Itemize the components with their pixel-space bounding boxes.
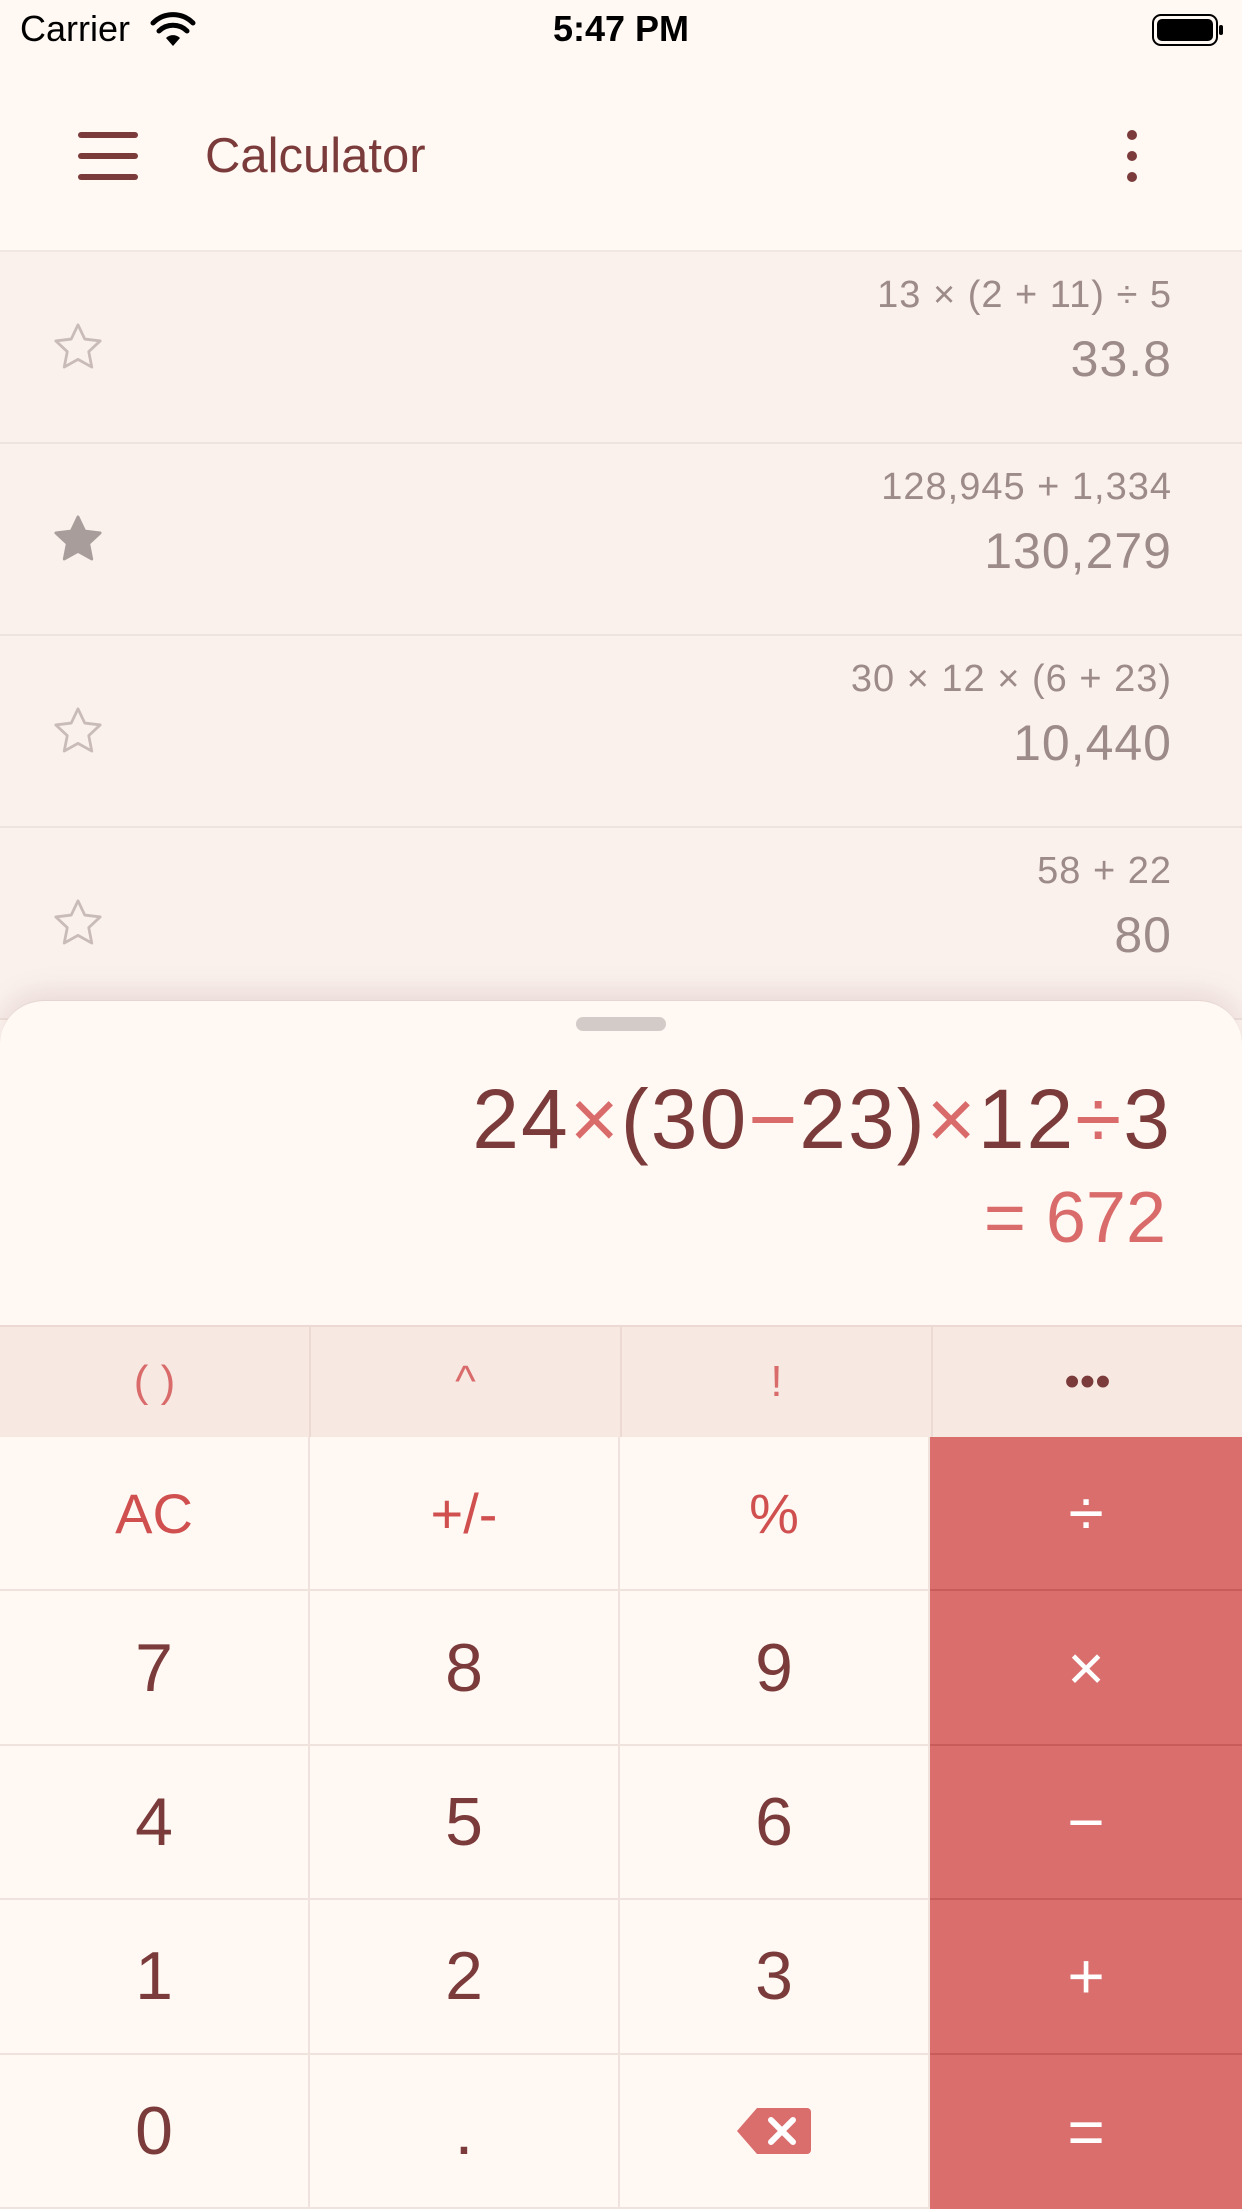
digit-5-button[interactable]: 5 <box>310 1745 620 1901</box>
history-item[interactable]: 58 + 22 80 <box>0 828 1242 1020</box>
expression-display: 24×(30−23)×12÷3 <box>472 1071 1172 1168</box>
expression-operand: 24 <box>472 1072 570 1166</box>
sheet-drag-handle[interactable] <box>576 1017 666 1031</box>
star-outline-icon[interactable] <box>50 703 106 759</box>
battery-icon <box>1152 14 1223 46</box>
parentheses-button[interactable]: ( ) <box>0 1327 311 1437</box>
history-expression: 30 × 12 × (6 + 23) <box>850 658 1172 700</box>
star-outline-icon[interactable] <box>50 319 106 375</box>
expression-operator: ÷ <box>1075 1072 1124 1166</box>
history-item[interactable]: 13 × (2 + 11) ÷ 5 33.8 <box>0 252 1242 444</box>
history-expression: 13 × (2 + 11) ÷ 5 <box>877 274 1172 316</box>
percent-button[interactable]: % <box>620 1437 930 1592</box>
status-bar: Carrier 5:47 PM <box>0 0 1242 62</box>
backspace-icon <box>737 2107 811 2154</box>
digit-1-button[interactable]: 1 <box>0 1900 310 2055</box>
factorial-button[interactable]: ! <box>622 1327 933 1437</box>
digit-7-button[interactable]: 7 <box>0 1591 310 1746</box>
expression-operand: 23) <box>799 1072 927 1166</box>
history-result: 130,279 <box>984 523 1172 579</box>
vertical-ellipsis-icon[interactable] <box>1120 128 1144 184</box>
history-item[interactable]: 30 × 12 × (6 + 23) 10,440 <box>0 636 1242 828</box>
plus-button[interactable]: + <box>930 1900 1242 2055</box>
minus-button[interactable]: − <box>930 1745 1242 1901</box>
sign-toggle-button[interactable]: +/- <box>310 1437 620 1592</box>
history-list: 13 × (2 + 11) ÷ 5 33.8 128,945 + 1,334 1… <box>0 252 1242 1020</box>
expression-operand: 12 <box>977 1072 1076 1166</box>
digit-0-button[interactable]: 0 <box>0 2054 310 2209</box>
calculator-sheet: 24×(30−23)×12÷3 = 672 ( ) ^ ! ••• AC +/-… <box>0 1000 1242 2209</box>
star-filled-icon[interactable] <box>50 511 106 567</box>
multiply-button[interactable]: × <box>930 1591 1242 1746</box>
result-display: = 672 <box>983 1178 1166 1258</box>
history-result: 10,440 <box>1013 715 1172 771</box>
hamburger-menu-icon[interactable] <box>78 132 138 180</box>
history-expression: 128,945 + 1,334 <box>881 466 1172 508</box>
expression-operator: − <box>748 1072 800 1166</box>
history-result: 33.8 <box>1070 331 1172 387</box>
power-button[interactable]: ^ <box>311 1327 622 1437</box>
digit-8-button[interactable]: 8 <box>310 1591 620 1746</box>
history-expression: 58 + 22 <box>1037 850 1172 892</box>
backspace-button[interactable] <box>620 2054 930 2209</box>
app-bar: Calculator <box>0 62 1242 252</box>
keypad: AC +/- % ÷ 7 8 9 × 4 5 6 − 1 2 3 + 0 . = <box>0 1437 1242 2209</box>
all-clear-button[interactable]: AC <box>0 1437 310 1592</box>
equals-button[interactable]: = <box>930 2054 1242 2209</box>
history-result: 80 <box>1114 907 1172 963</box>
digit-3-button[interactable]: 3 <box>620 1900 930 2055</box>
star-outline-icon[interactable] <box>50 895 106 951</box>
divide-button[interactable]: ÷ <box>930 1437 1242 1592</box>
history-item[interactable]: 128,945 + 1,334 130,279 <box>0 444 1242 636</box>
digit-2-button[interactable]: 2 <box>310 1900 620 2055</box>
expression-operand: 3 <box>1123 1072 1172 1166</box>
digit-9-button[interactable]: 9 <box>620 1591 930 1746</box>
digit-6-button[interactable]: 6 <box>620 1745 930 1901</box>
expression-operator: × <box>569 1072 621 1166</box>
expression-operand: (30 <box>620 1072 749 1166</box>
more-functions-button[interactable]: ••• <box>933 1327 1242 1437</box>
expression-operator: × <box>926 1072 978 1166</box>
decimal-button[interactable]: . <box>310 2054 620 2209</box>
function-row: ( ) ^ ! ••• <box>0 1325 1242 1439</box>
digit-4-button[interactable]: 4 <box>0 1745 310 1901</box>
app-title: Calculator <box>205 129 426 183</box>
clock: 5:47 PM <box>552 8 690 49</box>
